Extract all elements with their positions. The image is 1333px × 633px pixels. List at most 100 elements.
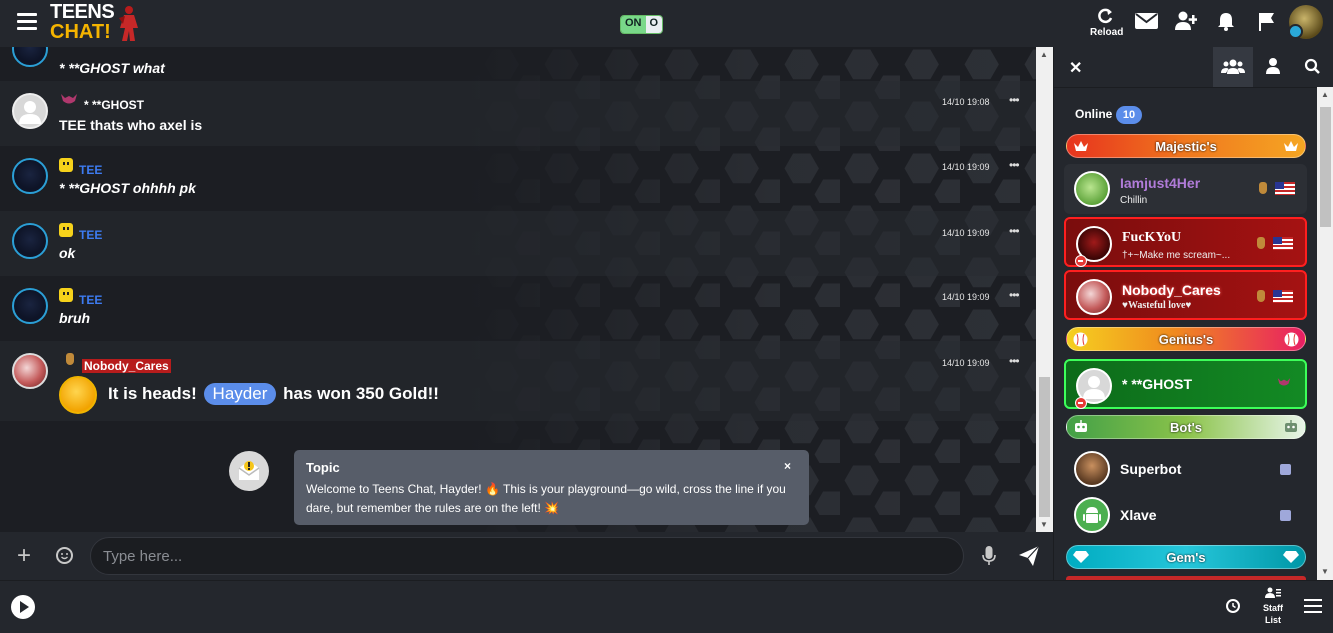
clock-icon[interactable] (1226, 599, 1240, 613)
topic-close-button[interactable]: × (784, 459, 791, 473)
banned-icon (1075, 397, 1087, 409)
user-avatar (1074, 451, 1110, 487)
bell-icon[interactable] (1217, 12, 1235, 31)
gold-coin-icon (59, 376, 97, 414)
us-flag-icon (1275, 182, 1295, 195)
message-avatar[interactable] (12, 93, 48, 129)
scroll-up-arrow-icon[interactable]: ▲ (1040, 50, 1048, 59)
message-options-icon[interactable]: ••• (1009, 158, 1020, 172)
topic-icon (229, 451, 269, 491)
robot-icon (1285, 420, 1297, 432)
tab-friends[interactable] (1253, 47, 1293, 87)
message-time: 14/10 19:09 (942, 228, 990, 238)
user-list-item[interactable]: Iamjust4Her Chillin (1064, 164, 1307, 214)
message-text: ok (59, 245, 76, 261)
toggle-off: O (645, 16, 663, 33)
emoji-icon[interactable] (56, 547, 73, 564)
baseball-icon (1073, 332, 1088, 347)
toggle-on: ON (621, 16, 646, 33)
user-list-item[interactable]: FucKYoU †+~Make me scream~... (1064, 217, 1307, 267)
message-username[interactable]: TEE (79, 293, 102, 307)
play-radio-button[interactable] (11, 595, 35, 619)
topic-body: Welcome to Teens Chat, Hayder! 🔥 This is… (306, 482, 786, 515)
online-label: Online (1075, 107, 1113, 121)
smiley-icon (59, 288, 73, 302)
search-icon (1304, 58, 1320, 74)
message-username[interactable]: Nobody_Cares (82, 359, 171, 373)
crown-icon (1074, 141, 1088, 151)
potion-icon (66, 353, 74, 365)
message-avatar[interactable] (12, 158, 48, 194)
tab-search[interactable] (1293, 47, 1333, 87)
message-text: bruh (59, 310, 91, 326)
rank-header: Genius's (1066, 327, 1306, 351)
user-list-item[interactable]: * **GHOST (1064, 359, 1307, 409)
user-list-item[interactable]: Superbot (1064, 444, 1307, 494)
mention-chip[interactable]: Hayder (203, 383, 277, 405)
logo-line-2: CHAT! (50, 21, 111, 43)
user-status: ♥Wasteful love♥ (1122, 300, 1192, 311)
logo-figure-icon (119, 6, 138, 41)
chat-message: TEE * **GHOST ohhhh pk 14/10 19:09 ••• (0, 146, 1036, 211)
user-avatar (1074, 497, 1110, 533)
rank-header: Majestic's (1066, 134, 1306, 158)
topic-box: Topic × Welcome to Teens Chat, Hayder! 🔥… (294, 450, 809, 525)
chat-message: Nobody_Cares It is heads! Hayder has won… (0, 341, 1036, 421)
main-menu-icon[interactable] (17, 13, 37, 31)
message-time: 14/10 19:09 (942, 292, 990, 302)
scroll-down-arrow-icon[interactable]: ▼ (1321, 567, 1329, 576)
right-menu-icon[interactable] (1304, 599, 1322, 617)
smiley-icon (59, 223, 73, 237)
message-username[interactable]: TEE (79, 163, 102, 177)
close-panel-button[interactable]: ✕ (1069, 58, 1082, 78)
message-time: 14/10 19:08 (942, 97, 990, 107)
message-avatar[interactable] (12, 223, 48, 259)
on-off-toggle[interactable]: ON O (620, 15, 664, 34)
scrollbar-thumb[interactable] (1039, 377, 1050, 517)
flag-icon[interactable] (1258, 12, 1275, 31)
status-dot (1288, 24, 1303, 39)
message-options-icon[interactable]: ••• (1009, 354, 1020, 368)
message-text: * **GHOST what (59, 60, 165, 76)
potion-icon (1257, 237, 1265, 249)
message-avatar[interactable] (12, 47, 48, 67)
chat-message: * **GHOST TEE thats who axel is 14/10 19… (0, 81, 1036, 146)
message-avatar[interactable] (12, 353, 48, 389)
message-options-icon[interactable]: ••• (1009, 224, 1020, 238)
message-options-icon[interactable]: ••• (1009, 288, 1020, 302)
app-logo[interactable]: TEENS CHAT! (50, 2, 145, 44)
reload-icon[interactable] (1095, 6, 1115, 26)
diamond-icon (1283, 551, 1299, 563)
staff-list-button[interactable]: Staff List (1256, 587, 1290, 626)
message-avatar[interactable] (12, 288, 48, 324)
send-icon[interactable] (1018, 545, 1040, 567)
panel-header: ✕ (1054, 47, 1333, 88)
scroll-up-arrow-icon[interactable]: ▲ (1321, 90, 1329, 99)
reload-label[interactable]: Reload (1090, 27, 1123, 38)
tab-online-users[interactable] (1213, 47, 1253, 87)
diamond-icon (1073, 551, 1089, 563)
user-avatar (1076, 279, 1112, 315)
rank-header: Bot's (1066, 415, 1306, 439)
message-username[interactable]: * **GHOST (84, 98, 144, 112)
user-name: Nobody_Cares (1122, 282, 1221, 298)
user-list-item[interactable]: Nobody_Cares ♥Wasteful love♥ (1064, 270, 1307, 320)
message-options-icon[interactable]: ••• (1009, 93, 1020, 107)
chat-scrollbar[interactable]: ▲ ▼ (1036, 47, 1053, 532)
message-username[interactable]: TEE (79, 228, 102, 242)
add-attachment-button[interactable]: + (17, 544, 31, 568)
scrollbar-thumb[interactable] (1320, 107, 1331, 227)
add-friend-icon[interactable] (1175, 11, 1197, 31)
mail-icon[interactable] (1135, 12, 1158, 30)
user-list-item[interactable]: Xlave (1064, 490, 1307, 540)
smiley-icon (59, 158, 73, 172)
message-input[interactable] (90, 537, 964, 575)
us-flag-icon (1273, 237, 1293, 250)
panel-scrollbar[interactable]: ▲ ▼ (1317, 87, 1333, 580)
user-avatar[interactable] (1288, 5, 1323, 39)
scroll-down-arrow-icon[interactable]: ▼ (1040, 520, 1048, 529)
microphone-icon[interactable] (982, 546, 996, 566)
devil-icon (61, 94, 77, 104)
top-bar: TEENS CHAT! ON O Reload (0, 0, 1333, 48)
chat-message: * **GHOST what (0, 47, 1036, 81)
